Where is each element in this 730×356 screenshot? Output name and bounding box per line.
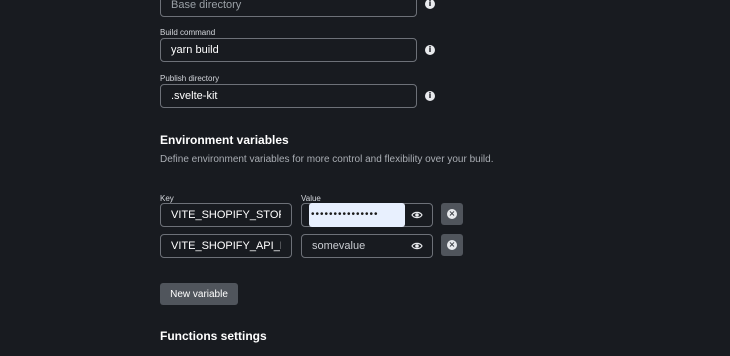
info-icon[interactable]: i [425, 45, 435, 55]
build-command-label: Build command [160, 28, 216, 37]
info-icon[interactable]: i [425, 91, 435, 101]
env-key-field[interactable] [160, 203, 292, 227]
env-heading: Environment variables [160, 133, 289, 147]
env-key-field[interactable] [160, 234, 292, 258]
remove-variable-button[interactable]: × [441, 203, 463, 225]
info-icon[interactable]: i [425, 0, 435, 9]
eye-icon[interactable] [411, 209, 423, 221]
base-directory-field[interactable] [160, 0, 417, 17]
publish-directory-field[interactable] [160, 84, 417, 108]
publish-directory-label: Publish directory [160, 74, 220, 83]
eye-icon[interactable] [411, 240, 423, 252]
remove-variable-button[interactable]: × [441, 234, 463, 256]
env-description: Define environment variables for more co… [160, 154, 494, 165]
new-variable-button[interactable]: New variable [160, 283, 238, 305]
functions-heading: Functions settings [160, 329, 267, 343]
key-column-label: Key [160, 194, 174, 203]
value-column-label: Value [301, 194, 321, 203]
close-circle-icon: × [447, 209, 457, 219]
env-value-masked[interactable]: ••••••••••••••• [309, 203, 405, 227]
build-command-field[interactable] [160, 38, 417, 62]
close-circle-icon: × [447, 240, 457, 250]
